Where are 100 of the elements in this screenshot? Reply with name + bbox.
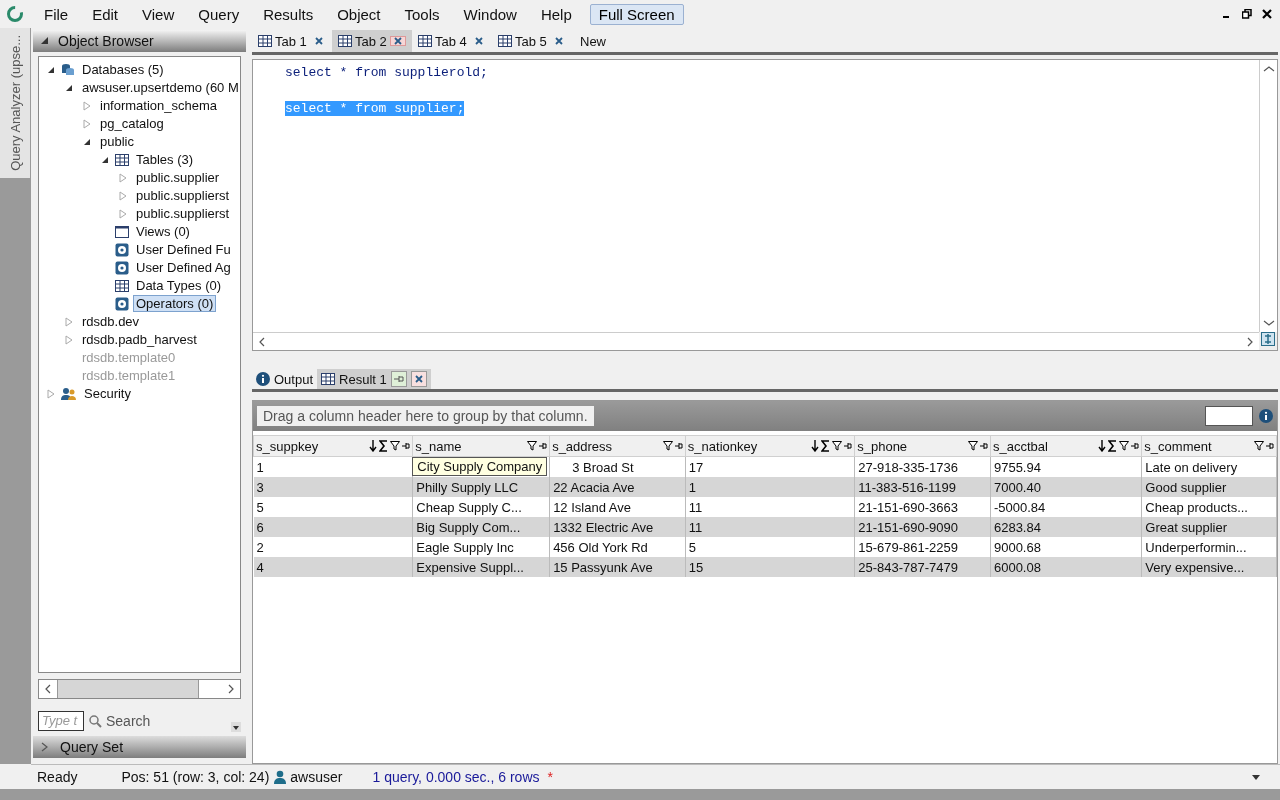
- close-icon[interactable]: [475, 37, 483, 45]
- cursor-position: Pos: 51 (row: 3, col: 24): [121, 769, 270, 785]
- full-screen-button[interactable]: Full Screen: [589, 3, 684, 25]
- tree-item[interactable]: public: [97, 133, 137, 151]
- filter-icon[interactable]: [832, 441, 843, 451]
- tree-item[interactable]: rdsdb.padb_harvest: [79, 331, 200, 349]
- info-icon: [256, 372, 270, 386]
- horizontal-scrollbar[interactable]: [38, 678, 241, 699]
- gear-icon: [115, 260, 129, 275]
- expanded-arrow-icon[interactable]: [101, 155, 109, 164]
- tree-item[interactable]: rdsdb.dev: [79, 313, 143, 331]
- menu-item[interactable]: Tools: [392, 5, 452, 23]
- pin-icon[interactable]: [1131, 442, 1140, 450]
- table-cell: 15 Passyunk Ave: [549, 557, 686, 577]
- gear-icon: [115, 296, 129, 311]
- tree-item[interactable]: User Defined Fu: [133, 241, 234, 259]
- table-cell: 11: [685, 517, 855, 537]
- table-cell: 6: [253, 517, 413, 537]
- column-header[interactable]: s_address: [549, 435, 686, 457]
- tree-item[interactable]: Data Types (0): [133, 277, 225, 295]
- dropdown-icon[interactable]: [231, 722, 241, 733]
- column-header[interactable]: s_nationkey: [685, 435, 855, 457]
- menu-item[interactable]: Object: [325, 5, 393, 23]
- expanded-arrow-icon[interactable]: [83, 137, 91, 146]
- filter-icon[interactable]: [390, 441, 401, 451]
- collapse-arrow-icon[interactable]: [41, 37, 48, 45]
- sum-icon[interactable]: [1108, 440, 1118, 452]
- table-cell: Big Supply Com...: [412, 517, 550, 537]
- pin-icon[interactable]: [844, 442, 853, 450]
- window-icon: [115, 225, 129, 238]
- tree-item[interactable]: User Defined Ag: [133, 259, 234, 277]
- editor-tab[interactable]: Tab 1: [275, 33, 307, 49]
- tree-item[interactable]: pg_catalog: [97, 115, 167, 133]
- sort-arrow-icon[interactable]: [1098, 440, 1107, 452]
- column-header[interactable]: s_acctbal: [990, 435, 1142, 457]
- column-header[interactable]: s_suppkey: [253, 435, 413, 457]
- side-tab[interactable]: Query Analyzer (upse...: [0, 28, 30, 178]
- sql-editor[interactable]: select * from supplierold; select * from supplier;: [252, 59, 1278, 351]
- pin-icon[interactable]: [539, 442, 548, 450]
- pin-icon[interactable]: [674, 442, 683, 450]
- tree-item[interactable]: awsuser.upsertdemo (60 M: [79, 79, 240, 97]
- table-grid-icon: [115, 279, 129, 292]
- pin-icon[interactable]: [402, 442, 411, 450]
- tree-item[interactable]: public.supplier: [133, 169, 223, 187]
- panel-header[interactable]: Query Set: [33, 736, 246, 758]
- table-grid-icon: [338, 35, 352, 47]
- table-cell: 11-383-516-1199: [854, 477, 991, 497]
- users-icon: [61, 386, 77, 401]
- close-icon[interactable]: [1262, 9, 1272, 19]
- result-tab[interactable]: Output: [252, 369, 318, 389]
- menu-item[interactable]: Query: [186, 5, 252, 23]
- pin-icon[interactable]: [979, 442, 988, 450]
- tree-item[interactable]: Tables (3): [133, 151, 197, 169]
- table-cell: 3: [253, 477, 413, 497]
- new-tab[interactable]: New: [572, 30, 614, 52]
- close-icon[interactable]: [315, 37, 323, 45]
- menu-item[interactable]: Edit: [80, 5, 131, 23]
- table-grid-icon: [258, 35, 272, 47]
- sum-icon[interactable]: [379, 440, 389, 452]
- menu-item[interactable]: File: [32, 5, 81, 23]
- tree-item[interactable]: public.supplierst: [133, 205, 233, 223]
- column-header[interactable]: s_name: [412, 435, 550, 457]
- tree-item[interactable]: Security: [81, 385, 134, 403]
- dropdown-icon[interactable]: [1252, 775, 1260, 780]
- menu-item[interactable]: View: [130, 5, 187, 23]
- tree-item[interactable]: public.supplierst: [133, 187, 233, 205]
- sort-arrow-icon[interactable]: [811, 440, 820, 452]
- tree-item[interactable]: information_schema: [97, 97, 221, 115]
- filter-icon[interactable]: [967, 441, 978, 451]
- filter-field[interactable]: Type t: [38, 710, 84, 731]
- filter-icon[interactable]: [527, 441, 538, 451]
- menu-item[interactable]: Window: [451, 5, 529, 23]
- tree-item[interactable]: Views (0): [133, 223, 193, 241]
- restore-icon[interactable]: [1242, 9, 1252, 19]
- group-hint: Drag a column header here to group by that column.: [257, 406, 594, 426]
- search-button[interactable]: Search: [88, 712, 151, 729]
- column-header[interactable]: s_comment: [1141, 435, 1277, 457]
- modified-marker: *: [547, 769, 553, 785]
- split-icon[interactable]: [1261, 332, 1275, 346]
- tree-item[interactable]: Operators (0): [133, 295, 217, 313]
- filter-icon[interactable]: [1119, 441, 1130, 451]
- editor-tab[interactable]: Tab 5: [515, 33, 547, 49]
- menu-item[interactable]: Results: [251, 5, 326, 23]
- table-grid-icon: [498, 35, 512, 47]
- tree-item[interactable]: Databases (5): [79, 61, 167, 79]
- pin-icon[interactable]: [1266, 442, 1274, 450]
- menu-item[interactable]: Help: [528, 5, 584, 23]
- expanded-arrow-icon[interactable]: [65, 83, 73, 92]
- table-cell: 1332 Electric Ave: [549, 517, 686, 537]
- table-cell: 6283.84: [990, 517, 1142, 537]
- column-header[interactable]: s_phone: [854, 435, 991, 457]
- filter-icon[interactable]: [1254, 441, 1264, 451]
- editor-tab[interactable]: Tab 4: [435, 33, 467, 49]
- sort-arrow-icon[interactable]: [369, 440, 378, 452]
- search-field[interactable]: [1205, 406, 1253, 426]
- vertical-scrollbar[interactable]: [1259, 60, 1277, 332]
- sum-icon[interactable]: [821, 440, 831, 452]
- filter-icon[interactable]: [662, 441, 673, 451]
- expanded-arrow-icon[interactable]: [47, 65, 55, 74]
- close-icon[interactable]: [555, 37, 563, 45]
